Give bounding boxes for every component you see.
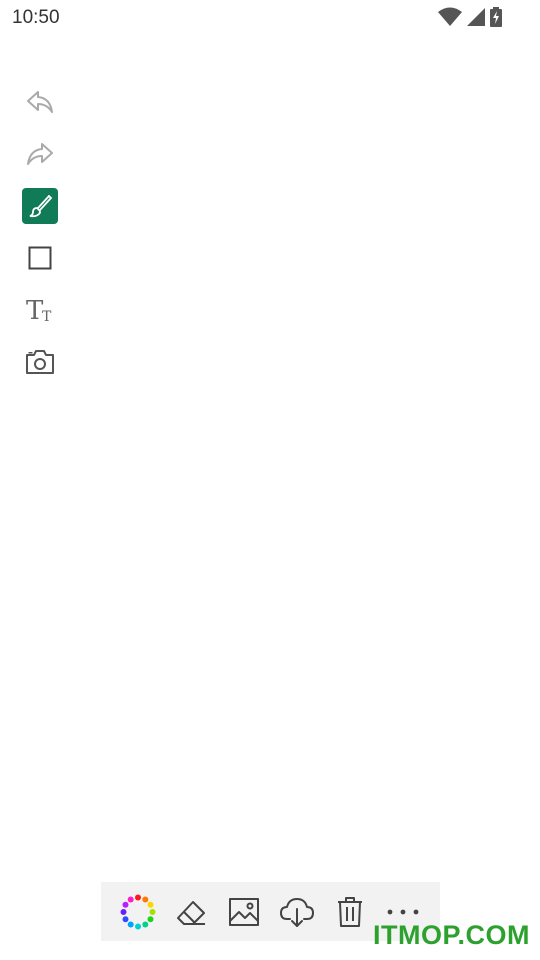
battery-charging-icon	[490, 7, 502, 27]
redo-icon	[25, 141, 55, 167]
svg-text:T: T	[42, 309, 52, 325]
undo-icon	[25, 89, 55, 115]
side-toolbar: T T	[22, 84, 58, 396]
eraser-button[interactable]	[171, 892, 211, 932]
status-time: 10:50	[12, 7, 60, 28]
image-button[interactable]	[224, 892, 264, 932]
more-horizontal-icon	[386, 907, 420, 917]
delete-button[interactable]	[330, 892, 370, 932]
square-icon	[27, 245, 53, 271]
cellular-signal-icon	[466, 7, 486, 27]
image-icon	[228, 897, 260, 927]
shape-button[interactable]	[22, 240, 58, 276]
wifi-icon	[438, 7, 462, 27]
watermark-logo: ITMOP.COM	[372, 920, 530, 950]
brush-icon	[27, 193, 53, 219]
text-button[interactable]: T T	[22, 292, 58, 328]
eraser-icon	[174, 897, 208, 927]
trash-icon	[336, 896, 364, 928]
color-picker-button[interactable]	[118, 892, 158, 932]
redo-button[interactable]	[22, 136, 58, 172]
download-button[interactable]	[277, 892, 317, 932]
camera-icon	[24, 348, 56, 376]
cloud-download-icon	[279, 896, 315, 928]
brush-button[interactable]	[22, 188, 58, 224]
status-icons	[438, 7, 502, 27]
text-size-icon: T T	[24, 295, 56, 325]
camera-button[interactable]	[22, 344, 58, 380]
undo-button[interactable]	[22, 84, 58, 120]
status-bar: 10:50	[0, 0, 540, 36]
color-wheel-icon	[120, 894, 156, 930]
